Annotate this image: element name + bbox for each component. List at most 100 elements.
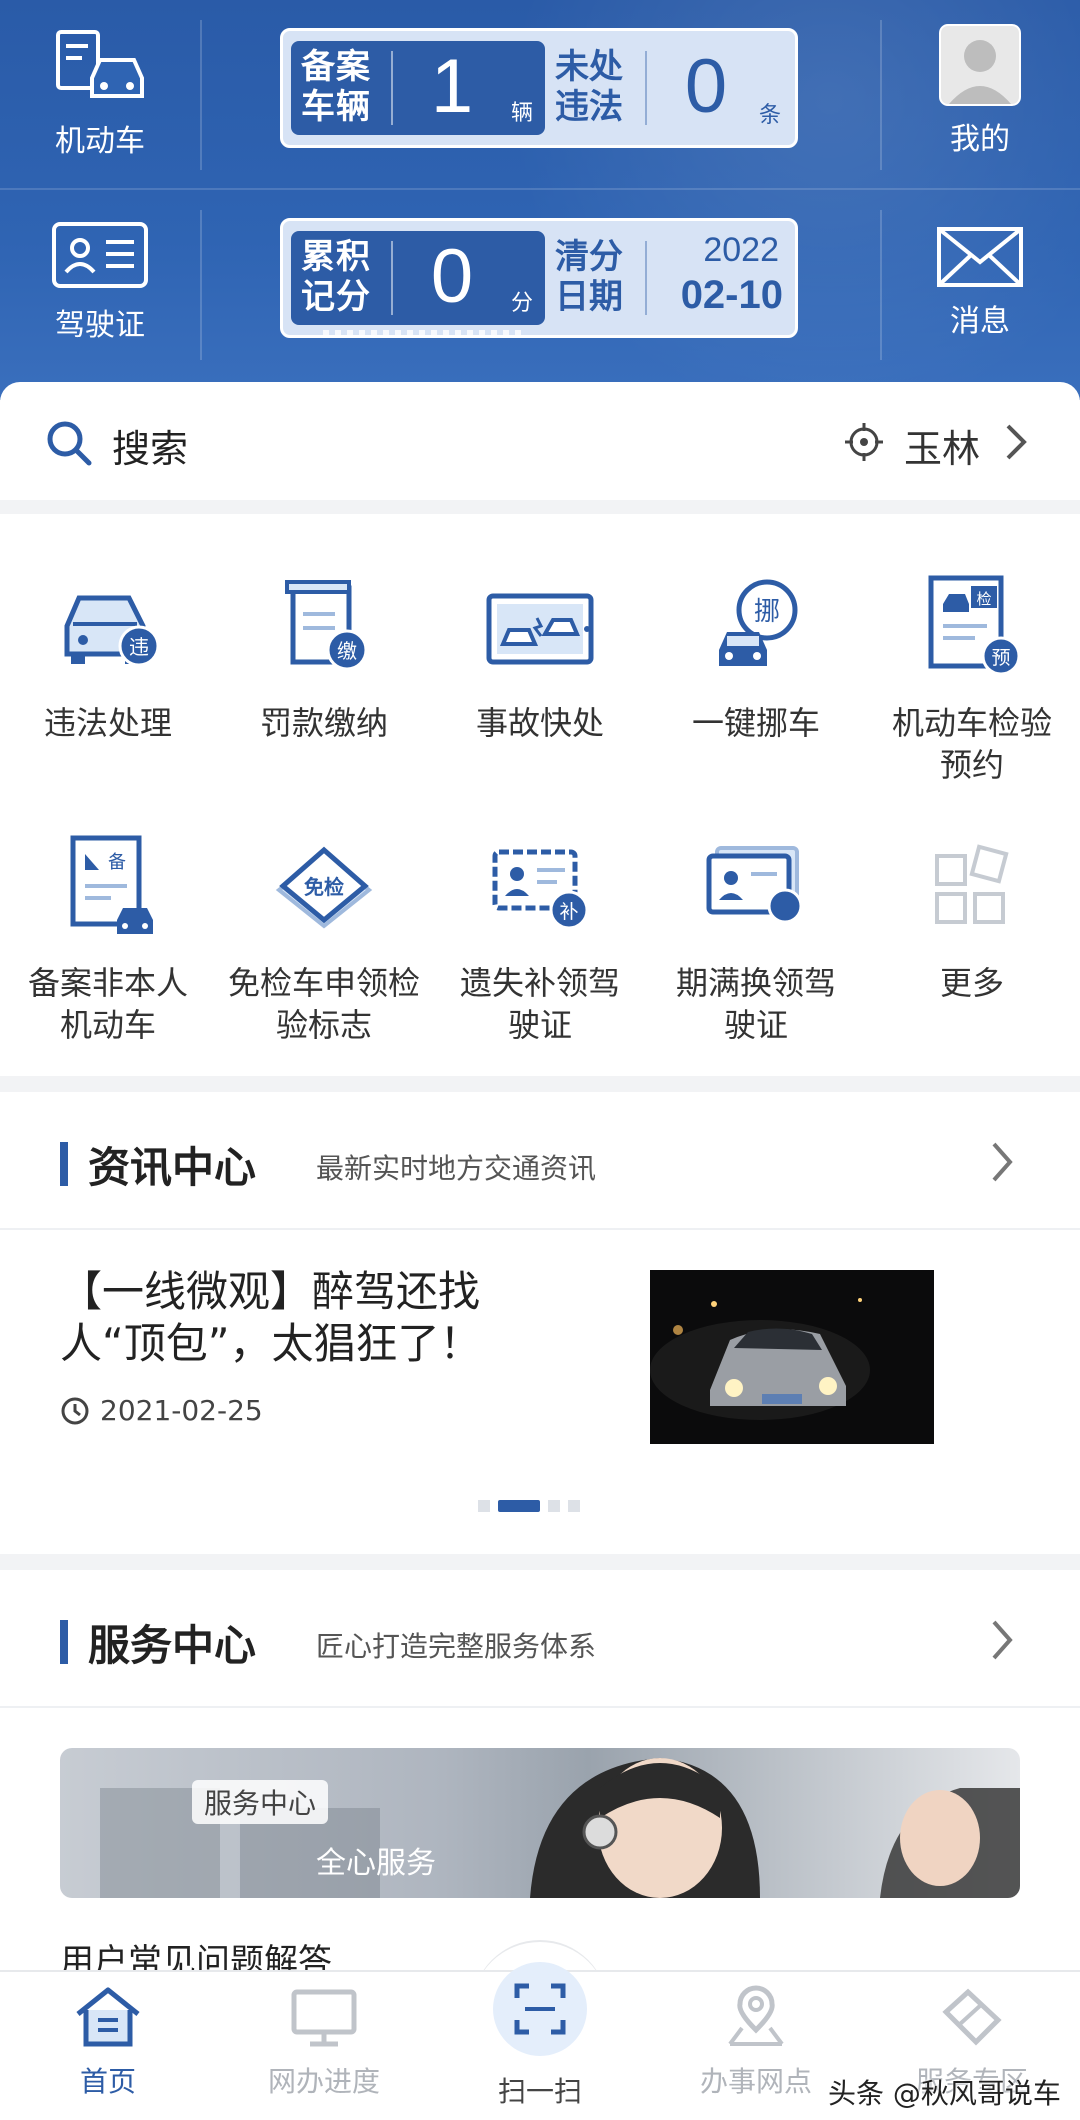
vehicle-button[interactable]: 机动车 (0, 28, 200, 160)
header-divider (0, 188, 1080, 190)
service-banner[interactable]: 服务中心 全心服务 (60, 1748, 1020, 1898)
messages-button[interactable]: 消息 (880, 226, 1080, 340)
register-vehicle-icon: 备 (70, 835, 153, 934)
license-card-icon (52, 222, 148, 288)
news-title: 资讯中心 (88, 1143, 257, 1192)
inspection-booking-icon: 检 预 (928, 575, 1021, 676)
nav-progress[interactable]: 网办进度 (216, 1984, 432, 2100)
service-center-header[interactable]: 服务中心 匠心打造完整服务体系 (0, 1570, 1080, 1708)
nav-home[interactable]: 首页 (0, 1984, 216, 2100)
nav-label: 网办进度 (267, 2065, 380, 2098)
scan-button[interactable] (493, 1962, 587, 2056)
service-center-section: 服务中心 匠心打造完整服务体系 服务中心 全心服务 用户常见问题解答 (0, 1570, 1080, 1982)
clear-date-year: 2022 (703, 231, 779, 269)
violation-badge-text: 违 (129, 635, 149, 659)
news-item-date-row: 2021-02-25 (60, 1394, 263, 1427)
registered-vehicles-title: 备案车辆 (301, 47, 371, 127)
banner-tag: 服务中心 (192, 1780, 329, 1824)
search-icon (47, 421, 92, 466)
news-header[interactable]: 资讯中心 最新实时地方交通资讯 (0, 1092, 1080, 1230)
chevron-right-icon (1006, 424, 1027, 460)
service-label: 更多 (939, 964, 1004, 1002)
vehicle-doc-icon (56, 30, 144, 98)
chevron-right-icon (992, 1142, 1013, 1182)
service-label: 免检车申领检验标志 (227, 964, 420, 1044)
search-label: 搜索 (112, 427, 189, 471)
unprocessed-violations-unit: 条 (758, 103, 781, 128)
reissue-license-icon: 补 (492, 849, 589, 930)
service-label: 机动车检验预约 (891, 704, 1052, 784)
locate-icon (845, 423, 883, 461)
watermark: 头条 @秋风哥说车 (828, 2077, 1061, 2110)
move-car-icon: 挪 (719, 579, 798, 666)
envelope-icon (937, 227, 1023, 287)
me-button[interactable]: 我的 (880, 24, 1080, 158)
exempt-inspection-icon: 免检 (275, 846, 373, 929)
service-violation[interactable]: 违 违法处理 (0, 574, 216, 744)
section-accent-bar (60, 1620, 68, 1664)
registered-vehicles-unit: 辆 (510, 101, 533, 126)
inspect-badge-text: 检 (976, 590, 991, 608)
service-accident[interactable]: 事故快处 (432, 574, 648, 744)
news-card[interactable]: 【一线微观】醉驾还找人“顶包”，太猖狂了！ 2021-02-25 (0, 1230, 1080, 1552)
card-separator (391, 51, 393, 125)
service-reissue-license[interactable]: 补 遗失补领驾驶证 (432, 834, 648, 1046)
carousel-indicator[interactable] (478, 1500, 580, 1512)
news-subtitle: 最新实时地方交通资讯 (316, 1152, 597, 1185)
chevron-right-icon (992, 1620, 1013, 1660)
service-center-body: 服务中心 全心服务 用户常见问题解答 (0, 1708, 1080, 1982)
license-summary-card[interactable]: 累积记分 0 分 清分日期 2022 02-10 (280, 218, 798, 338)
card-separator (645, 51, 647, 125)
scan-icon (514, 1983, 566, 2035)
service-label: 备案非本人机动车 (27, 964, 188, 1044)
license-button[interactable]: 驾驶证 (0, 220, 200, 344)
card-separator (391, 241, 393, 315)
service-renew-license[interactable]: 期满换领驾驶证 (648, 834, 864, 1046)
service-inspection-booking[interactable]: 检 预 机动车检验预约 (864, 574, 1080, 786)
header-vdivider (200, 210, 202, 360)
accident-icon (486, 593, 594, 665)
booking-badge-text: 预 (991, 647, 1010, 669)
service-more[interactable]: 更多 (864, 834, 1080, 1004)
fine-payment-icon: 缴 (285, 580, 368, 671)
accumulated-points-unit: 分 (510, 291, 533, 316)
news-section: 资讯中心 最新实时地方交通资讯 【一线微观】醉驾还找人“顶包”，太猖狂了！ 20… (0, 1092, 1080, 1554)
service-exempt-inspection[interactable]: 免检 免检车申领检验标志 (216, 834, 432, 1046)
news-item-title: 【一线微观】醉驾还找人“顶包”，太猖狂了！ (60, 1267, 482, 1368)
city-selector[interactable]: 玉林 (904, 418, 980, 473)
service-move-car[interactable]: 挪 一键挪车 (648, 574, 864, 744)
registered-vehicles-panel: 备案车辆 1 辆 (291, 41, 545, 135)
clear-date-title: 清分日期 (555, 237, 623, 317)
registered-vehicles-count: 1 (430, 44, 474, 129)
news-item-date: 2021-02-25 (100, 1394, 263, 1427)
unprocessed-violations-count: 0 (684, 44, 728, 129)
accumulated-points-panel: 累积记分 0 分 (291, 231, 545, 325)
header-vdivider (200, 20, 202, 170)
license-label: 驾驶证 (55, 308, 145, 343)
service-center-subtitle: 匠心打造完整服务体系 (316, 1630, 597, 1663)
nav-scan[interactable]: 扫一扫 (432, 2064, 648, 2110)
card-separator (645, 241, 647, 315)
accumulated-points-value: 0 (430, 234, 474, 319)
card-ruler-decoration (323, 330, 523, 338)
service-fine-payment[interactable]: 缴 罚款缴纳 (216, 574, 432, 744)
accumulated-points-title: 累积记分 (301, 237, 371, 317)
service-register-vehicle[interactable]: 备 备案非本人机动车 (0, 834, 216, 1046)
car-violation-icon: 违 (64, 595, 160, 667)
home-icon (76, 1987, 140, 2047)
avatar-icon (939, 24, 1021, 106)
service-label: 违法处理 (43, 704, 172, 742)
night-car-image (650, 1270, 934, 1444)
carousel-dot (478, 1500, 490, 1512)
banner-slogan: 全心服务 (316, 1846, 436, 1881)
me-label: 我的 (950, 122, 1010, 157)
move-badge-text: 挪 (754, 597, 780, 627)
exempt-badge-text: 免检 (304, 875, 344, 899)
renew-license-icon (706, 846, 803, 924)
carousel-dot-active (498, 1500, 540, 1512)
service-label: 一键挪车 (691, 704, 820, 742)
more-icon (935, 844, 1009, 924)
unprocessed-violations-title: 未处违法 (555, 47, 623, 127)
vehicle-summary-card[interactable]: 备案车辆 1 辆 未处违法 0 条 (280, 28, 798, 148)
search-bar[interactable]: 搜索 玉林 (0, 382, 1080, 500)
